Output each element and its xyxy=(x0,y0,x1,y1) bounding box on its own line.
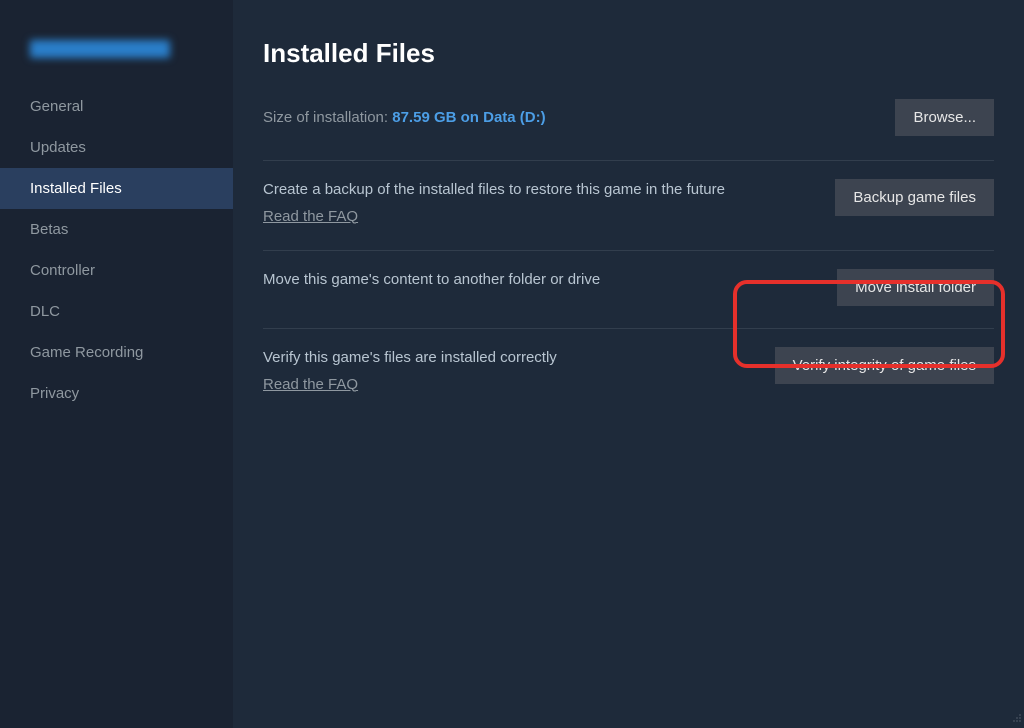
verify-faq-link[interactable]: Read the FAQ xyxy=(263,374,358,397)
app-container: General Updates Installed Files Betas Co… xyxy=(0,0,1024,728)
backup-description: Create a backup of the installed files t… xyxy=(263,181,725,198)
backup-button[interactable]: Backup game files xyxy=(835,179,994,216)
install-size-value: 87.59 GB on Data (D:) xyxy=(392,109,545,126)
sidebar-item-updates[interactable]: Updates xyxy=(0,127,233,168)
page-title: Installed Files xyxy=(263,38,994,69)
install-size-label: Size of installation: xyxy=(263,109,392,126)
main-content: Installed Files Size of installation: 87… xyxy=(233,0,1024,728)
sidebar-item-game-recording[interactable]: Game Recording xyxy=(0,332,233,373)
verify-text: Verify this game's files are installed c… xyxy=(263,347,755,396)
move-description: Move this game's content to another fold… xyxy=(263,271,600,288)
move-text: Move this game's content to another fold… xyxy=(263,269,817,292)
backup-faq-link[interactable]: Read the FAQ xyxy=(263,206,358,229)
install-size-row: Size of installation: 87.59 GB on Data (… xyxy=(263,99,994,136)
sidebar-item-dlc[interactable]: DLC xyxy=(0,291,233,332)
sidebar-item-betas[interactable]: Betas xyxy=(0,209,233,250)
sidebar-item-controller[interactable]: Controller xyxy=(0,250,233,291)
install-size-text: Size of installation: 87.59 GB on Data (… xyxy=(263,109,546,127)
move-button[interactable]: Move install folder xyxy=(837,269,994,306)
verify-section: Verify this game's files are installed c… xyxy=(263,328,994,418)
game-title xyxy=(0,40,233,86)
browse-button[interactable]: Browse... xyxy=(895,99,994,136)
sidebar-item-installed-files[interactable]: Installed Files xyxy=(0,168,233,209)
verify-description: Verify this game's files are installed c… xyxy=(263,349,557,366)
game-title-obscured xyxy=(30,40,170,58)
resize-grip-icon[interactable] xyxy=(1011,712,1022,726)
sidebar-item-general[interactable]: General xyxy=(0,86,233,127)
move-section: Move this game's content to another fold… xyxy=(263,250,994,328)
sidebar: General Updates Installed Files Betas Co… xyxy=(0,0,233,728)
backup-text: Create a backup of the installed files t… xyxy=(263,179,815,228)
backup-section: Create a backup of the installed files t… xyxy=(263,160,994,250)
sidebar-item-privacy[interactable]: Privacy xyxy=(0,373,233,414)
verify-button[interactable]: Verify integrity of game files xyxy=(775,347,994,384)
